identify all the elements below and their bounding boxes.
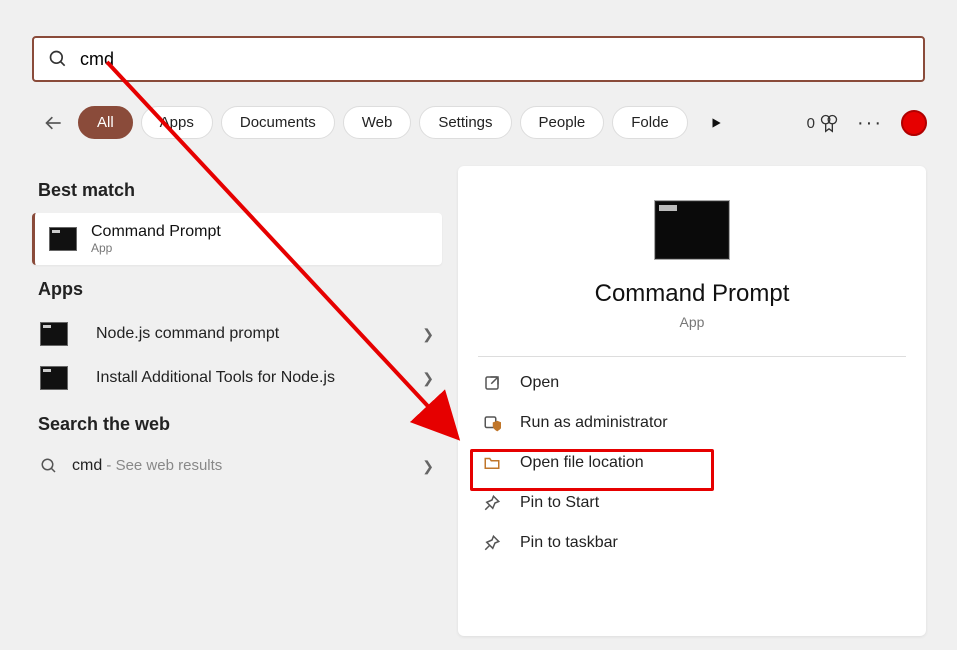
- action-pin-taskbar[interactable]: Pin to taskbar: [478, 523, 906, 563]
- header-right: 0 ···: [807, 110, 927, 136]
- action-label: Pin to taskbar: [520, 534, 618, 552]
- action-label: Pin to Start: [520, 494, 599, 512]
- action-pin-start[interactable]: Pin to Start: [478, 483, 906, 523]
- chevron-right-icon: ❯: [422, 370, 434, 387]
- preview-title: Command Prompt: [595, 280, 790, 308]
- filter-web[interactable]: Web: [343, 106, 412, 139]
- action-label: Run as administrator: [520, 414, 668, 432]
- filter-documents[interactable]: Documents: [221, 106, 335, 139]
- pin-icon: [482, 533, 502, 553]
- best-match-title: Command Prompt: [91, 223, 221, 241]
- filter-all[interactable]: All: [78, 106, 133, 139]
- action-open-location[interactable]: Open file location: [478, 443, 906, 483]
- filter-row: All Apps Documents Web Settings People F…: [38, 106, 732, 139]
- filter-settings[interactable]: Settings: [419, 106, 511, 139]
- web-hint: - See web results: [102, 457, 222, 474]
- action-label: Open file location: [520, 454, 644, 472]
- terminal-icon: [40, 322, 68, 346]
- shield-window-icon: [482, 413, 502, 433]
- filter-apps[interactable]: Apps: [141, 106, 213, 139]
- search-bar[interactable]: [32, 36, 925, 82]
- pin-icon: [482, 493, 502, 513]
- folder-icon: [482, 453, 502, 473]
- terminal-icon: [40, 366, 68, 390]
- app-result-node-prompt[interactable]: Node.js command prompt ❯: [32, 312, 442, 356]
- section-apps: Apps: [38, 279, 436, 300]
- open-icon: [482, 373, 502, 393]
- app-result-node-tools[interactable]: Install Additional Tools for Node.js ❯: [32, 356, 442, 400]
- best-match-item[interactable]: Command Prompt App: [32, 213, 442, 265]
- rewards-icon: [819, 113, 839, 133]
- results-column: Best match Command Prompt App Apps Node.…: [32, 166, 442, 485]
- app-row-label: Install Additional Tools for Node.js: [96, 369, 335, 387]
- section-best-match: Best match: [38, 180, 436, 201]
- search-input[interactable]: [80, 49, 909, 70]
- section-web: Search the web: [38, 414, 436, 435]
- more-filters-button[interactable]: [700, 107, 732, 139]
- preview-subtitle: App: [680, 314, 705, 330]
- rewards-badge[interactable]: 0: [807, 113, 839, 133]
- filter-folders[interactable]: Folde: [612, 106, 688, 139]
- action-label: Open: [520, 374, 559, 392]
- app-row-label: Node.js command prompt: [96, 325, 279, 343]
- action-run-admin[interactable]: Run as administrator: [478, 403, 906, 443]
- preview-hero: Command Prompt App: [478, 200, 906, 330]
- action-open[interactable]: Open: [478, 363, 906, 403]
- divider: [478, 356, 906, 357]
- terminal-icon: [654, 200, 730, 260]
- web-result-row[interactable]: cmd - See web results ❯: [32, 447, 442, 485]
- filter-people[interactable]: People: [520, 106, 605, 139]
- terminal-icon: [49, 227, 77, 251]
- rewards-count: 0: [807, 115, 815, 132]
- best-match-subtitle: App: [91, 241, 221, 255]
- chevron-right-icon: ❯: [422, 458, 434, 475]
- chevron-right-icon: ❯: [422, 326, 434, 343]
- avatar[interactable]: [901, 110, 927, 136]
- back-button[interactable]: [38, 107, 70, 139]
- search-icon: [48, 49, 68, 69]
- web-query: cmd: [72, 457, 102, 474]
- preview-panel: Command Prompt App Open Run as administr…: [458, 166, 926, 636]
- search-icon: [40, 457, 58, 475]
- overflow-button[interactable]: ···: [857, 112, 883, 135]
